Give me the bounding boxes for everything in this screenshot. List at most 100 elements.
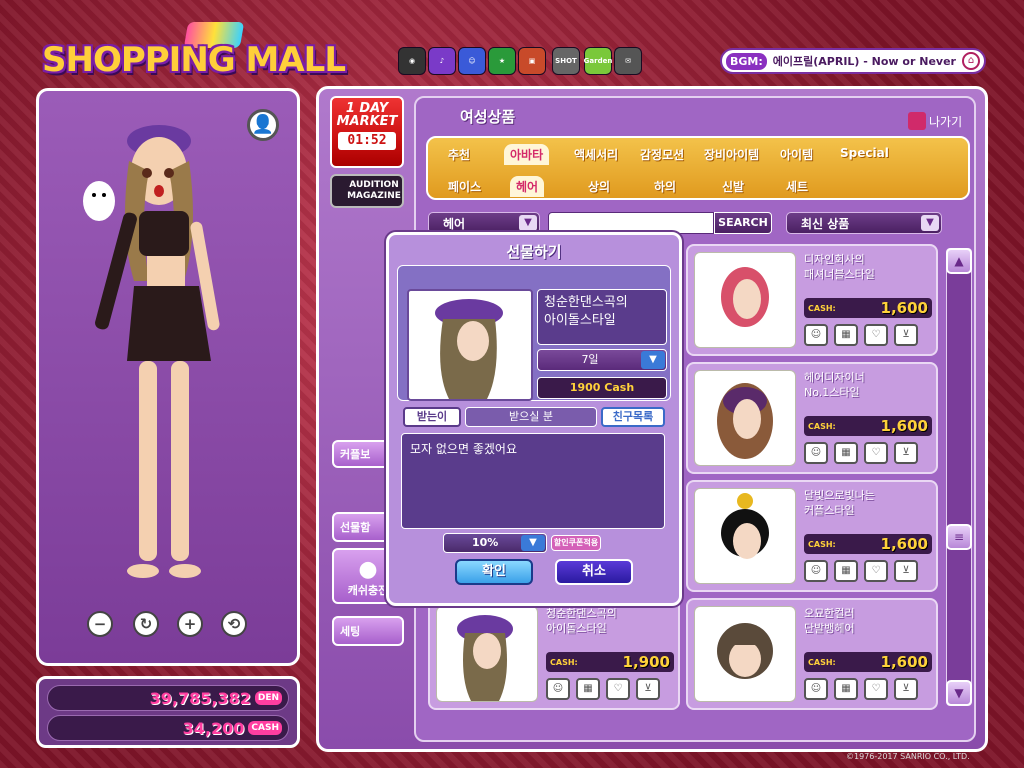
wish-icon[interactable]: ♡ [864,678,888,700]
try-on-icon[interactable]: ☺ [804,442,828,464]
den-balance: 39,785,382 DEN [47,685,289,711]
price-unit: CASH: [808,657,836,667]
scroll-up-icon[interactable]: ▲ [946,248,972,274]
gift-icon[interactable]: ▦ [834,442,858,464]
category-tab-bar: 추천 아바타 액세서리 감정모션 장비아이템 아이템 Special 페이스 헤… [426,136,970,200]
search-input[interactable] [548,212,714,234]
cart-icon[interactable]: ⊻ [894,560,918,582]
scrollbar-track[interactable] [946,248,972,706]
tab-bottom[interactable]: 하의 [654,178,676,195]
avatar-icon[interactable]: ☺ [458,47,486,75]
wish-icon[interactable]: ♡ [864,324,888,346]
wish-icon[interactable]: ♡ [606,678,630,700]
cd-icon[interactable]: ◉ [398,47,426,75]
tab-equip-item[interactable]: 장비아이템 [704,146,759,163]
cash-balance: 34,200 CASH [47,715,289,741]
tab-special[interactable]: Special [840,146,889,160]
product-card[interactable]: 청순한댄스곡의 아이돌스타일 CASH: 1,900 ☺ ▦ ♡ ⊻ [428,598,680,710]
gift-icon[interactable]: ▦ [834,678,858,700]
product-price: CASH: 1,600 [804,416,932,436]
scroll-thumb[interactable]: ≡ [946,524,972,550]
garden-icon[interactable]: Garden [584,47,612,75]
cart-icon[interactable]: ⊻ [636,678,660,700]
chevron-down-icon[interactable]: ▼ [521,535,545,551]
gift-message-input[interactable]: 모자 없으면 좋겠어요 [401,433,665,529]
music-note-icon[interactable]: ♪ [428,47,456,75]
zoom-in-icon[interactable]: + [177,611,203,637]
shot-icon[interactable]: SHOT [552,47,580,75]
chevron-down-icon: ▼ [921,215,939,231]
price-value: 1,900 [622,653,670,671]
exit-icon [908,112,926,130]
recipient-label: 받는이 [403,407,461,427]
zoom-out-icon[interactable]: − [87,611,113,637]
tab-avatar[interactable]: 아바타 [504,144,550,165]
tv-icon[interactable]: ▣ [518,47,546,75]
product-actions: ☺ ▦ ♡ ⊻ [804,560,918,582]
try-on-icon[interactable]: ☺ [546,678,570,700]
bgm-toggle-icon[interactable]: ⌂ [962,52,980,70]
tab-top[interactable]: 상의 [588,178,610,195]
gift-dialog: 선물하기 청순한댄스곡의 아이돌스타일 7일 ▼ 1900 Cash 받는이 받… [386,232,682,606]
chat-icon[interactable]: ✉ [614,47,642,75]
try-on-icon[interactable]: ☺ [804,678,828,700]
product-price: CASH: 1,600 [804,534,932,554]
sort-dropdown-value: 최신 상품 [801,216,850,231]
undress-icon[interactable]: ⟲ [221,611,247,637]
star-icon[interactable]: ★ [488,47,516,75]
coins-icon: ● [358,557,378,582]
confirm-button[interactable]: 확인 [455,559,533,585]
tab-item[interactable]: 아이템 [780,146,813,163]
product-card[interactable]: 달빛으로빛나는 커플스타일 CASH: 1,600 ☺ ▦ ♡ ⊻ [686,480,938,592]
chevron-down-icon[interactable]: ▼ [641,351,665,369]
gift-icon[interactable]: ▦ [834,560,858,582]
try-on-icon[interactable]: ☺ [804,324,828,346]
gift-price: 1900 Cash [537,377,667,399]
one-day-market-timer: 01:52 [338,132,396,150]
price-value: 1,600 [880,653,928,671]
tab-set[interactable]: 세트 [786,178,808,195]
sort-dropdown[interactable]: 최신 상품 ▼ [786,212,942,234]
search-button[interactable]: SEARCH [714,212,772,234]
gift-icon[interactable]: ▦ [576,678,600,700]
tab-face[interactable]: 페이스 [448,178,481,195]
apply-coupon-button[interactable]: 할인쿠폰적용 [551,535,601,551]
try-on-icon[interactable]: ☺ [804,560,828,582]
cart-icon[interactable]: ⊻ [894,678,918,700]
product-card[interactable]: 오묘한컬러 단발뱅헤어 CASH: 1,600 ☺ ▦ ♡ ⊻ [686,598,938,710]
den-unit: DEN [254,691,282,705]
cart-icon[interactable]: ⊻ [894,442,918,464]
cash-unit: CASH [248,721,282,735]
garden-label: Garden [583,57,613,65]
cancel-button[interactable]: 취소 [555,559,633,585]
gift-icon[interactable]: ▦ [834,324,858,346]
setting-button[interactable]: 세팅 [332,616,404,646]
scroll-down-icon[interactable]: ▼ [946,680,972,706]
copyright: ©1976-2017 SANRIO CO., LTD. [846,752,970,761]
product-card[interactable]: 헤어디자이너 No.1스타일 CASH: 1,600 ☺ ▦ ♡ ⊻ [686,362,938,474]
category-dropdown[interactable]: 헤어 ▼ [428,212,540,234]
rotate-icon[interactable]: ↻ [133,611,159,637]
tab-shoes[interactable]: 신발 [722,178,744,195]
recipient-input[interactable]: 받으실 분 [465,407,597,427]
tab-accessory[interactable]: 액세서리 [574,146,618,163]
avatar-preview-panel: 👤 − ↻ + ⟲ [36,88,300,666]
tab-emotion[interactable]: 감정모션 [640,146,684,163]
product-actions: ☺ ▦ ♡ ⊻ [804,442,918,464]
bgm-bar: BGM: 에이프릴(APRIL) - Now or Never ⌂ [720,48,986,74]
tab-recommend[interactable]: 추천 [448,146,470,163]
cash-value: 34,200 [182,718,245,738]
wish-icon[interactable]: ♡ [864,560,888,582]
one-day-market-button[interactable]: 1 DAY MARKET 01:52 [330,96,404,168]
cart-icon[interactable]: ⊻ [894,324,918,346]
product-price: CASH: 1,600 [804,298,932,318]
exit-button[interactable]: 나가기 [908,112,962,130]
friend-list-button[interactable]: 친구목록 [601,407,665,427]
gift-item-image [407,289,533,401]
product-card[interactable]: 디자인회사의 패셔너블스타일 CASH: 1,600 ☺ ▦ ♡ ⊻ [686,244,938,356]
currency-panel: 39,785,382 DEN 34,200 CASH [36,676,300,748]
audition-magazine-button[interactable]: AUDITION MAGAZINE [330,174,404,208]
wish-icon[interactable]: ♡ [864,442,888,464]
cash-charge-label: 캐쉬충전 [347,584,389,597]
tab-hair[interactable]: 헤어 [510,176,545,197]
